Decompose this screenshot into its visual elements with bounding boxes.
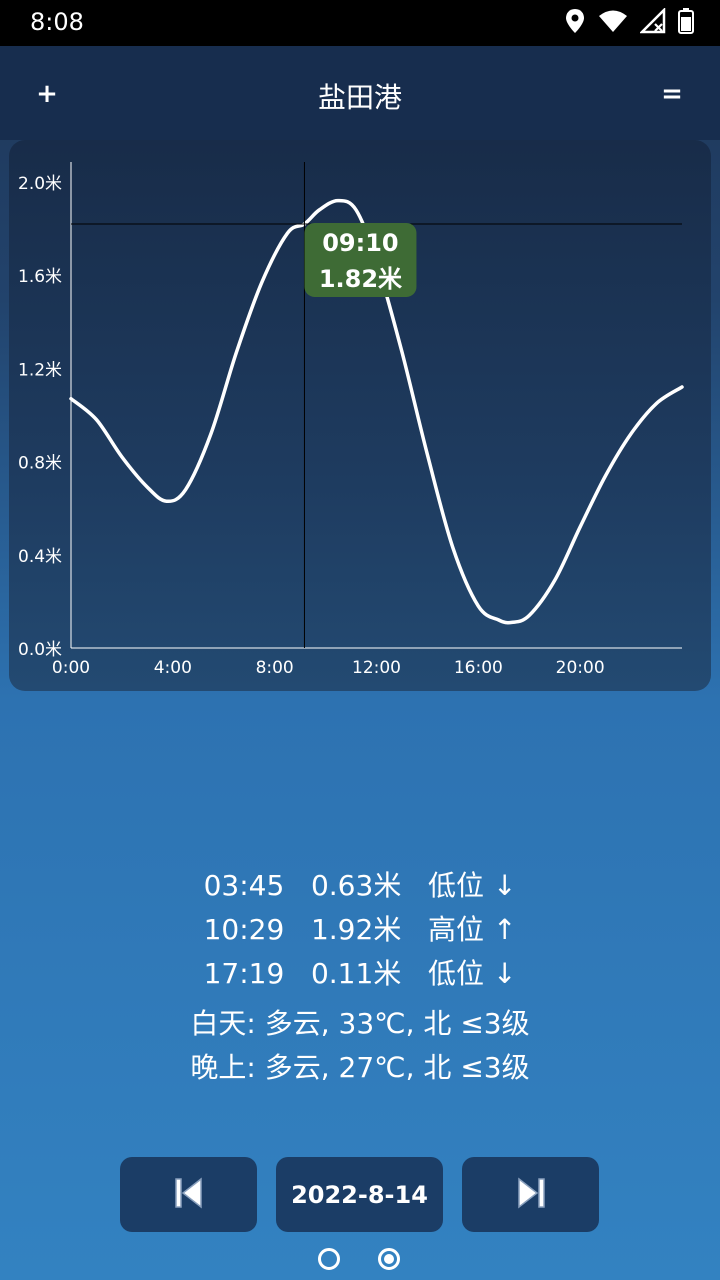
y-tick-label: 2.0米 (18, 174, 62, 194)
tide-arrow: ↓ (492, 957, 517, 990)
menu-button[interactable]: = (652, 74, 692, 114)
y-tick-label: 0.0米 (18, 640, 62, 660)
app-bar: + 盐田港 = (0, 46, 720, 140)
date-picker-button[interactable]: 2022-8-14 (276, 1157, 443, 1232)
tide-arrow: ↑ (492, 913, 517, 946)
weather-block: 白天: 多云, 33℃, 北 ≤3级 晚上: 多云, 27℃, 北 ≤3级 (0, 1004, 720, 1092)
skip-previous-icon (173, 1176, 205, 1214)
tide-height: 0.11米 (310, 957, 402, 990)
signal-off-icon (638, 6, 666, 38)
tide-arrow: ↓ (492, 869, 517, 902)
tide-height: 1.92米 (310, 913, 402, 946)
tide-time: 03:45 (203, 869, 285, 902)
y-tick-label: 0.4米 (18, 547, 62, 567)
x-tick-label: 12:00 (352, 658, 401, 678)
battery-icon (678, 8, 694, 38)
previous-day-button[interactable] (120, 1157, 257, 1232)
tide-row-low-1: 03:45 0.63米 低位 ↓ (0, 866, 720, 910)
x-tick-label: 8:00 (256, 658, 294, 678)
tide-height: 0.63米 (310, 869, 402, 902)
location-icon (564, 8, 586, 38)
x-tick-label: 16:00 (454, 658, 503, 678)
tide-type: 低位 (428, 957, 485, 990)
page-indicator-1[interactable] (318, 1248, 340, 1270)
tide-type: 高位 (428, 913, 485, 946)
weather-day: 白天: 多云, 33℃, 北 ≤3级 (190, 1007, 530, 1040)
weather-night: 晚上: 多云, 27℃, 北 ≤3级 (190, 1051, 530, 1084)
wifi-icon (598, 9, 628, 37)
skip-next-icon (515, 1176, 547, 1214)
y-tick-label: 1.6米 (18, 267, 62, 287)
y-tick-label: 1.2米 (18, 360, 62, 380)
page-indicator-2[interactable] (378, 1248, 400, 1270)
tide-row-low-2: 17:19 0.11米 低位 ↓ (0, 954, 720, 998)
x-tick-label: 0:00 (52, 658, 90, 678)
tide-type: 低位 (428, 869, 485, 902)
status-bar: 8:08 (0, 0, 720, 46)
tide-chart[interactable]: 0.0米 0.4米 0.8米 1.2米 1.6米 2.0米 0:00 4:00 8:00 12:0… (9, 140, 711, 691)
tide-chart-card: 0.0米 0.4米 0.8米 1.2米 1.6米 2.0米 0:00 4:00 8:00 12:0… (9, 140, 711, 691)
tide-row-high: 10:29 1.92米 高位 ↑ (0, 910, 720, 954)
status-time: 8:08 (30, 8, 84, 36)
current-date: 2022-8-14 (291, 1180, 428, 1209)
x-tick-label: 4:00 (154, 658, 192, 678)
next-day-button[interactable] (462, 1157, 599, 1232)
tide-time: 10:29 (203, 913, 285, 946)
tooltip-value: 1.82米 (319, 265, 402, 293)
status-icons (564, 6, 694, 38)
y-tick-label: 0.8米 (18, 454, 62, 474)
tide-time: 17:19 (203, 957, 285, 990)
page-title: 盐田港 (317, 81, 402, 114)
x-tick-label: 20:00 (556, 658, 605, 678)
tide-summary: 03:45 0.63米 低位 ↓ 10:29 1.92米 高位 ↑ 17:19 … (0, 866, 720, 1092)
tooltip-time: 09:10 (322, 229, 398, 257)
